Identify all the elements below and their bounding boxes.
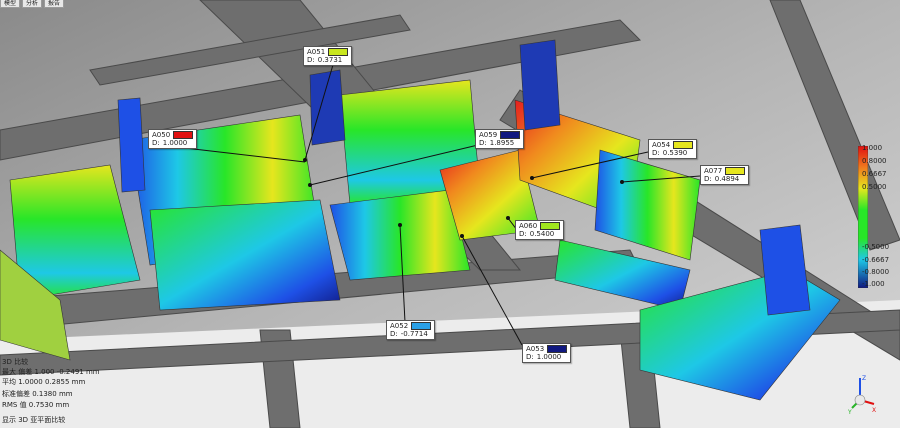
callout-a052[interactable]: A052 D: -0.7714 xyxy=(386,320,436,340)
callout-a077[interactable]: A077 D: 0.4894 xyxy=(700,165,750,185)
scale-label: 0.8000 xyxy=(862,157,887,165)
status-line: 3D 比较 xyxy=(2,358,29,366)
callout-a053[interactable]: A053 D: 1.0000 xyxy=(522,343,572,363)
status-line: 最大 偏差 1.000 -0.2491 mm xyxy=(2,368,100,376)
svg-text:Z: Z xyxy=(862,375,866,382)
color-swatch xyxy=(173,131,194,139)
status-line: 显示 3D 亚平面比较 xyxy=(2,416,66,424)
color-swatch xyxy=(540,222,561,230)
tab-report[interactable]: 报告 xyxy=(44,0,65,8)
svg-text:X: X xyxy=(872,407,876,414)
color-swatch xyxy=(328,48,349,56)
status-line: RMS 值 0.7530 mm xyxy=(2,401,70,409)
status-line: 标准偏差 0.1380 mm xyxy=(2,390,73,398)
callout-a051[interactable]: A051 D: 0.3731 xyxy=(303,46,353,66)
svg-text:Y: Y xyxy=(848,409,852,414)
callout-a050[interactable]: A050 D: 1.0000 xyxy=(148,129,198,149)
scale-label: -1.000 xyxy=(862,280,885,288)
scale-label: -0.6667 xyxy=(862,256,890,264)
scale-label: 0.5000 xyxy=(862,183,887,191)
status-line: 平均 1.0000 0.2855 mm xyxy=(2,378,86,386)
tab-analysis[interactable]: 分析 xyxy=(22,0,43,8)
color-swatch xyxy=(411,322,432,330)
color-scale-bar xyxy=(858,146,868,288)
color-swatch xyxy=(500,131,521,139)
color-swatch xyxy=(673,141,694,149)
top-tabs: 模型 分析 报告 xyxy=(0,0,65,8)
callout-a054[interactable]: A054 D: 0.5390 xyxy=(648,139,698,159)
axis-triad-icon[interactable]: Z X Y xyxy=(848,374,878,414)
scale-label: -0.8000 xyxy=(862,268,890,276)
scale-label: -0.5000 xyxy=(862,243,890,251)
3d-viewport[interactable] xyxy=(0,0,900,428)
callout-a059[interactable]: A059 D: 1.8955 xyxy=(475,129,525,149)
tab-model[interactable]: 模型 xyxy=(0,0,21,8)
color-swatch xyxy=(725,167,746,175)
scale-label: 1.000 xyxy=(862,144,883,152)
color-swatch xyxy=(547,345,568,353)
callout-a060[interactable]: A060 D: 0.5400 xyxy=(515,220,565,240)
scale-label: 0.6667 xyxy=(862,170,887,178)
